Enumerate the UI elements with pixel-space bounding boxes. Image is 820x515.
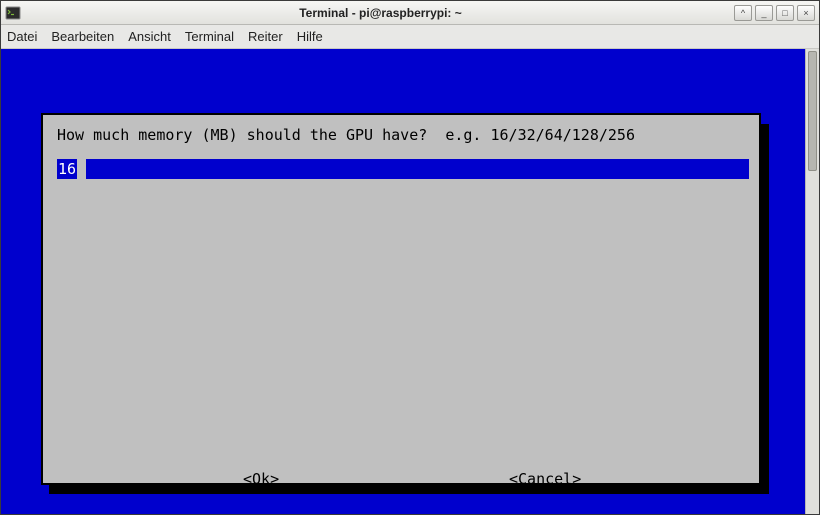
menu-datei[interactable]: Datei: [7, 29, 37, 44]
cancel-button[interactable]: <Cancel>: [509, 469, 581, 489]
vertical-scrollbar[interactable]: [805, 49, 819, 514]
terminal-icon: [5, 5, 21, 21]
text-cursor: [77, 159, 86, 179]
menubar: Datei Bearbeiten Ansicht Terminal Reiter…: [1, 25, 819, 49]
close-button[interactable]: ×: [797, 5, 815, 21]
titlebar[interactable]: Terminal - pi@raspberrypi: ~ ^ _ □ ×: [1, 1, 819, 25]
terminal-body-wrap: How much memory (MB) should the GPU have…: [1, 49, 819, 514]
window-title: Terminal - pi@raspberrypi: ~: [27, 6, 734, 20]
memory-input-blank: [86, 159, 749, 179]
memory-input-value: 16: [57, 159, 77, 179]
terminal-area[interactable]: How much memory (MB) should the GPU have…: [1, 49, 805, 514]
dialog-inner: How much memory (MB) should the GPU have…: [43, 115, 759, 483]
menu-hilfe[interactable]: Hilfe: [297, 29, 323, 44]
up-button[interactable]: ^: [734, 5, 752, 21]
ok-button[interactable]: <Ok>: [243, 469, 279, 489]
menu-reiter[interactable]: Reiter: [248, 29, 283, 44]
menu-ansicht[interactable]: Ansicht: [128, 29, 171, 44]
memory-input[interactable]: 16: [57, 159, 749, 179]
minimize-button[interactable]: _: [755, 5, 773, 21]
terminal-window: Terminal - pi@raspberrypi: ~ ^ _ □ × Dat…: [0, 0, 820, 515]
gpu-memory-dialog: How much memory (MB) should the GPU have…: [41, 113, 761, 485]
dialog-prompt: How much memory (MB) should the GPU have…: [57, 125, 745, 145]
menu-bearbeiten[interactable]: Bearbeiten: [51, 29, 114, 44]
window-controls: ^ _ □ ×: [734, 5, 815, 21]
maximize-button[interactable]: □: [776, 5, 794, 21]
scrollbar-thumb[interactable]: [808, 51, 817, 171]
menu-terminal[interactable]: Terminal: [185, 29, 234, 44]
